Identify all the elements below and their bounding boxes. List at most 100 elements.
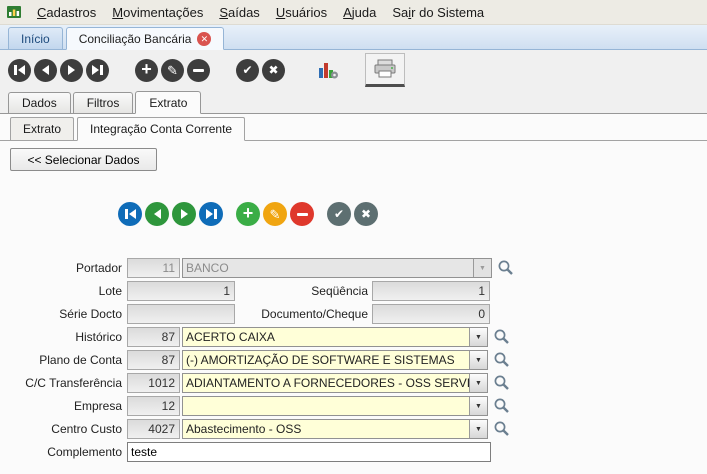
cc-transferencia-label: C/C Transferência (25, 376, 122, 390)
nav-cancel-button[interactable]: ✖ (354, 202, 378, 226)
empresa-combo[interactable]: ▼ (182, 396, 488, 416)
last-record-icon (213, 209, 217, 219)
nav-edit-button[interactable]: ✎ (263, 202, 287, 226)
left-triangle-icon (153, 209, 161, 219)
plus-icon: + (141, 58, 152, 79)
nav-last-button[interactable] (199, 202, 223, 226)
chevron-down-icon[interactable]: ▼ (469, 397, 487, 415)
serie-docto-label: Série Docto (59, 307, 122, 321)
tab-label: Conciliação Bancária (78, 32, 192, 46)
cc-transferencia-code-field: 1012 (127, 373, 180, 393)
portador-search-icon[interactable] (497, 259, 514, 276)
tab-dados[interactable]: Dados (8, 92, 71, 113)
sequencia-field: 1 (372, 281, 490, 301)
menu-item-usuarios[interactable]: Usuários (268, 2, 335, 23)
portador-value: BANCO (186, 261, 229, 275)
chevron-down-icon[interactable]: ▼ (469, 328, 487, 346)
right-triangle-icon (180, 209, 188, 219)
centro-custo-combo[interactable]: Abastecimento - OSS ▼ (182, 419, 488, 439)
previous-record-button[interactable] (34, 58, 57, 82)
first-record-button[interactable] (8, 58, 31, 82)
historico-label: Histórico (75, 330, 122, 344)
chevron-down-icon[interactable]: ▼ (469, 420, 487, 438)
menu-item-saidas[interactable]: Saídas (211, 2, 267, 23)
bar-chart-icon (319, 63, 338, 79)
check-icon: ✔ (333, 207, 345, 221)
menu-label-part: Sa (392, 4, 409, 20)
cc-transferencia-value: ADIANTAMENTO A FORNECEDORES - OSS SERVIÇ (186, 376, 469, 390)
menu-accel: S (219, 4, 228, 20)
right-triangle-icon (92, 65, 99, 75)
pencil-icon: ✎ (167, 62, 178, 78)
empresa-search-icon[interactable] (493, 397, 510, 414)
plus-icon: + (242, 202, 254, 223)
centro-custo-search-icon[interactable] (493, 420, 510, 437)
menu-item-movimentacoes[interactable]: Movimentações (104, 2, 211, 23)
menu-label-part: suários (285, 4, 328, 20)
nav-add-button[interactable]: + (236, 202, 260, 226)
cancel-button[interactable]: ✖ (262, 58, 285, 82)
select-data-button[interactable]: << Selecionar Dados (10, 148, 157, 171)
menu-label-part: aídas (228, 4, 260, 20)
tab-filtros[interactable]: Filtros (72, 92, 134, 113)
tab-label: Filtros (86, 96, 120, 110)
plano-conta-search-icon[interactable] (493, 351, 510, 368)
main-toolbar: + ✎ ✔ ✖ (0, 50, 707, 90)
cancel-icon: ✖ (268, 63, 279, 77)
delete-record-button[interactable] (187, 58, 210, 82)
edit-record-button[interactable]: ✎ (161, 58, 184, 82)
lote-label: Lote (98, 284, 122, 298)
first-record-icon (14, 65, 17, 75)
nav-confirm-button[interactable]: ✔ (327, 202, 351, 226)
menu-label-part: adastros (46, 4, 97, 20)
portador-combo: BANCO ▼ (182, 258, 492, 278)
chart-button[interactable] (311, 56, 345, 84)
cancel-icon: ✖ (360, 207, 372, 221)
menu-accel: U (275, 4, 286, 20)
menu-item-sair-do-sistema[interactable]: Sair do Sistema (384, 2, 492, 23)
menu-item-ajuda[interactable]: Ajuda (335, 2, 384, 23)
historico-code-field: 87 (127, 327, 180, 347)
printer-icon (374, 59, 396, 78)
menu-item-cadastros[interactable]: Cadastros (29, 2, 104, 23)
app-icon (6, 4, 24, 20)
chevron-down-icon[interactable]: ▼ (469, 351, 487, 369)
add-record-button[interactable]: + (135, 58, 158, 82)
documento-cheque-field: 0 (372, 304, 490, 324)
next-record-button[interactable] (60, 58, 83, 82)
tab-label: Extrato (23, 122, 62, 136)
confirm-button[interactable]: ✔ (236, 58, 259, 82)
menu-label-part: ovimentações (123, 4, 204, 20)
print-button[interactable] (365, 53, 405, 87)
historico-search-icon[interactable] (493, 328, 510, 345)
lote-field: 1 (127, 281, 235, 301)
app-window: Cadastros Movimentações Saídas Usuários … (0, 0, 707, 474)
tab-label: Extrato (149, 96, 188, 110)
centro-custo-label: Centro Custo (51, 422, 122, 436)
edit-group: + ✎ (135, 58, 210, 82)
historico-combo[interactable]: ACERTO CAIXA ▼ (182, 327, 488, 347)
documento-cheque-label: Documento/Cheque (261, 307, 368, 321)
nav-first-button[interactable] (118, 202, 142, 226)
right-triangle-icon (205, 209, 213, 219)
plano-conta-combo[interactable]: (-) AMORTIZAÇÃO DE SOFTWARE E SISTEMAS ▼ (182, 350, 488, 370)
close-tab-icon[interactable]: ✕ (197, 32, 212, 46)
tab-label: Início (21, 32, 50, 46)
last-record-button[interactable] (86, 58, 109, 82)
chevron-down-icon[interactable]: ▼ (469, 374, 487, 392)
complemento-input[interactable] (127, 442, 491, 462)
left-triangle-icon (18, 65, 25, 75)
cc-transferencia-search-icon[interactable] (493, 374, 510, 391)
tab-extrato[interactable]: Extrato (135, 91, 202, 114)
nav-delete-button[interactable] (290, 202, 314, 226)
tab-inicio[interactable]: Início (8, 27, 63, 49)
menu-bar: Cadastros Movimentações Saídas Usuários … (0, 0, 707, 25)
nav-previous-button[interactable] (145, 202, 169, 226)
subtab-integracao-conta-corrente[interactable]: Integração Conta Corrente (77, 117, 246, 141)
menu-label-part: juda (351, 4, 377, 20)
tab-conciliacao-bancaria[interactable]: Conciliação Bancária ✕ (65, 27, 225, 50)
subtab-extrato[interactable]: Extrato (10, 117, 75, 140)
cc-transferencia-combo[interactable]: ADIANTAMENTO A FORNECEDORES - OSS SERVIÇ… (182, 373, 488, 393)
empresa-value (183, 397, 469, 415)
nav-next-button[interactable] (172, 202, 196, 226)
